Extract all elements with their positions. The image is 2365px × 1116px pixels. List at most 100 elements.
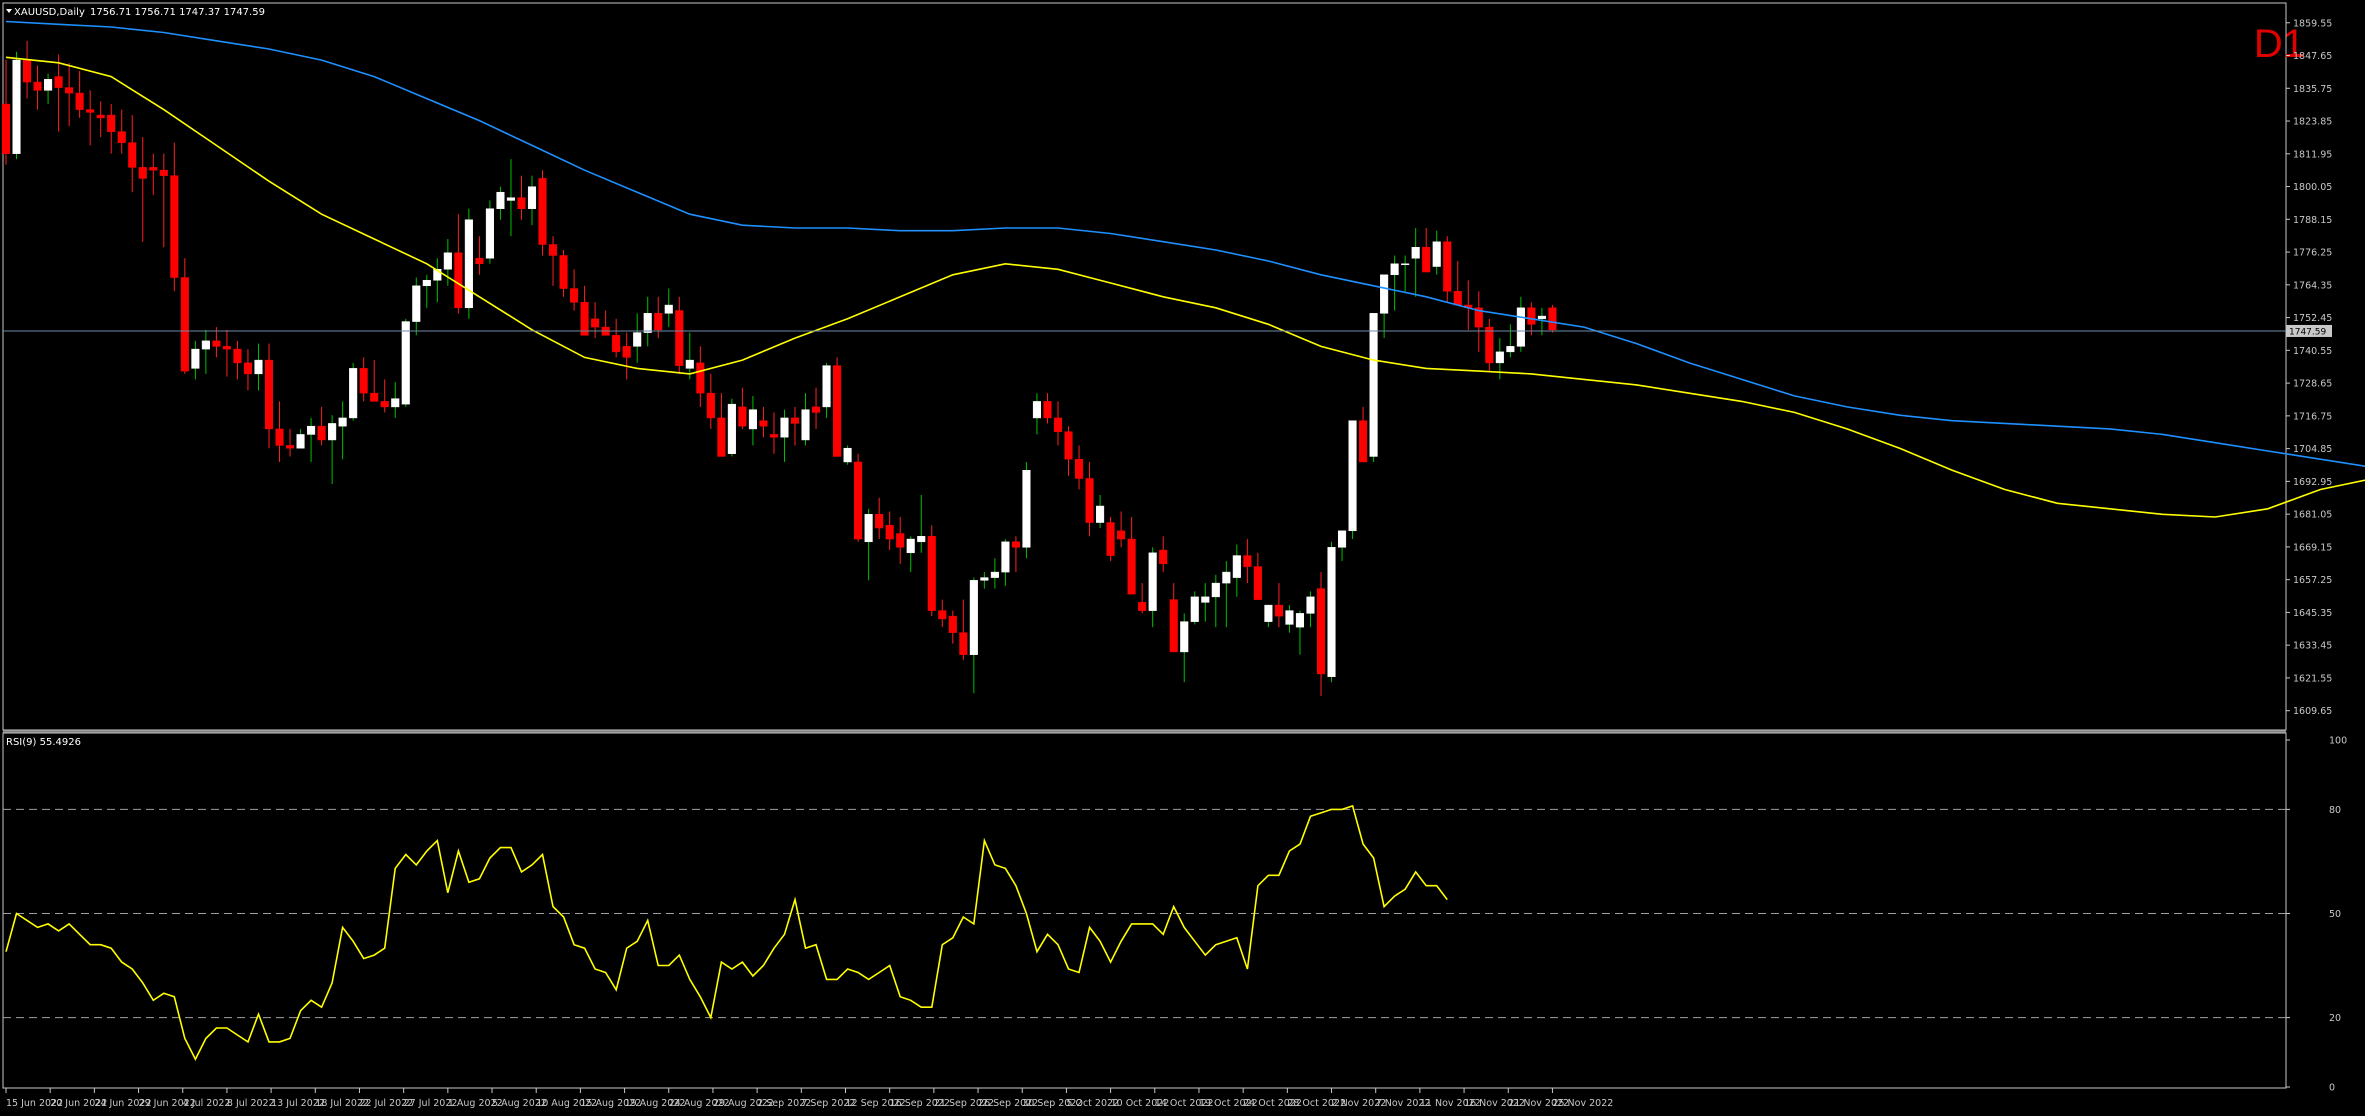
rsi-tick-label: 50 (2329, 909, 2341, 920)
candle (1348, 420, 1357, 540)
bear-candle-body (128, 142, 137, 168)
bear-candle-body (885, 525, 894, 540)
bear-candle-body (622, 346, 631, 358)
bull-candle-body (980, 577, 989, 581)
bear-candle-body (1422, 247, 1431, 273)
candle (727, 398, 736, 457)
bull-candle-body (643, 313, 652, 333)
candle (854, 453, 863, 542)
bull-candle-body (990, 571, 999, 578)
bear-candle-body (285, 445, 295, 449)
bear-candle-body (1117, 530, 1126, 540)
bear-candle-body (1074, 458, 1084, 479)
price-tick-label: 1764.35 (2293, 280, 2332, 291)
bear-candle-body (138, 167, 147, 179)
bull-candle-body (443, 252, 452, 270)
ohlc-values: 1756.71 1756.71 1747.37 1747.59 (90, 7, 265, 18)
bull-candle-body (685, 359, 694, 369)
bull-candle-body (464, 219, 473, 309)
chart-canvas[interactable]: XAUUSD,Daily 1756.71 1756.71 1747.37 174… (0, 0, 2365, 1116)
bear-candle-body (1359, 420, 1368, 463)
bear-candle-body (706, 392, 715, 419)
candle (485, 200, 494, 264)
bear-candle-body (475, 258, 484, 265)
rsi-label: RSI(9) 55.4926 (6, 737, 81, 748)
bull-candle-body (664, 304, 673, 314)
bull-candle-body (1211, 582, 1220, 598)
bear-candle-body (275, 428, 284, 446)
bear-candle-body (65, 87, 74, 94)
rsi-tick-label: 80 (2329, 805, 2341, 816)
bull-candle-body (1295, 613, 1305, 628)
bear-candle-body (896, 533, 905, 548)
bear-candle-body (1064, 431, 1073, 460)
bull-candle-body (191, 348, 200, 369)
bear-candle-body (1, 103, 11, 154)
bear-candle-body (170, 175, 179, 278)
bear-candle-body (570, 288, 579, 303)
price-tick-label: 1728.65 (2293, 379, 2332, 390)
price-tick-label: 1811.95 (2293, 149, 2332, 160)
price-tick-label: 1788.15 (2293, 215, 2332, 226)
bear-candle-body (86, 109, 95, 113)
price-tick-label: 1609.65 (2293, 706, 2332, 717)
bull-candle-body (1516, 307, 1525, 347)
bear-candle-body (1106, 522, 1115, 556)
price-tick-label: 1692.95 (2293, 477, 2332, 488)
bull-candle-body (422, 280, 431, 287)
candle (1022, 461, 1031, 559)
bull-candle-body (1495, 351, 1504, 364)
bull-candle-body (1232, 555, 1241, 578)
bear-candle-body (1443, 241, 1452, 292)
candle (833, 357, 842, 457)
candle (1548, 305, 1557, 333)
bear-candle-body (696, 362, 705, 394)
bear-candle-body (180, 277, 189, 372)
bear-candle-body (938, 610, 947, 620)
bear-candle-body (1127, 538, 1136, 595)
price-tick-label: 1800.05 (2293, 182, 2332, 193)
price-tick-label: 1776.25 (2293, 248, 2332, 259)
bear-candle-body (1527, 307, 1536, 325)
bull-candle-body (1390, 263, 1399, 276)
bull-candle-body (748, 409, 757, 430)
bull-candle-body (391, 398, 400, 408)
price-tick-label: 1847.65 (2293, 51, 2332, 62)
bull-candle-body (307, 425, 316, 435)
price-tick-label: 1752.45 (2293, 313, 2332, 324)
candle (538, 170, 547, 256)
bull-candle-body (1001, 541, 1010, 573)
bear-candle-body (96, 114, 105, 119)
bear-candle-body (854, 461, 863, 540)
bull-candle-body (527, 186, 537, 209)
bear-candle-body (75, 92, 84, 110)
bull-candle-body (338, 417, 347, 427)
bear-candle-body (717, 417, 726, 457)
bear-candle-body (790, 417, 800, 424)
bull-candle-body (1148, 552, 1157, 611)
bull-candle-body (727, 403, 736, 454)
time-tick-label: 25 Nov 2022 (1552, 1098, 1613, 1109)
bear-candle-body (927, 536, 936, 611)
symbol-label: XAUUSD,Daily (14, 7, 85, 18)
bear-candle-body (1011, 541, 1020, 548)
bear-candle-body (948, 615, 957, 633)
price-tick-label: 1657.25 (2293, 575, 2332, 586)
bull-candle-body (506, 197, 516, 201)
rsi-tick-label: 20 (2329, 1013, 2341, 1024)
bull-candle-body (1411, 247, 1420, 259)
bull-candle-body (1264, 604, 1273, 622)
price-tick-label: 1681.05 (2293, 510, 2332, 521)
bull-candle-body (328, 423, 337, 441)
current-price-label: 1747.59 (2289, 327, 2326, 337)
bear-candle-body (233, 348, 242, 364)
bull-candle-body (1222, 571, 1231, 584)
bear-candle-body (1548, 307, 1557, 331)
bear-candle-body (264, 359, 274, 430)
bear-candle-body (1169, 599, 1178, 653)
bear-candle-body (675, 310, 684, 366)
price-tick-label: 1740.55 (2293, 346, 2332, 357)
bear-candle-body (117, 131, 126, 143)
bear-candle-body (1085, 478, 1094, 523)
bear-candle-body (359, 368, 368, 394)
